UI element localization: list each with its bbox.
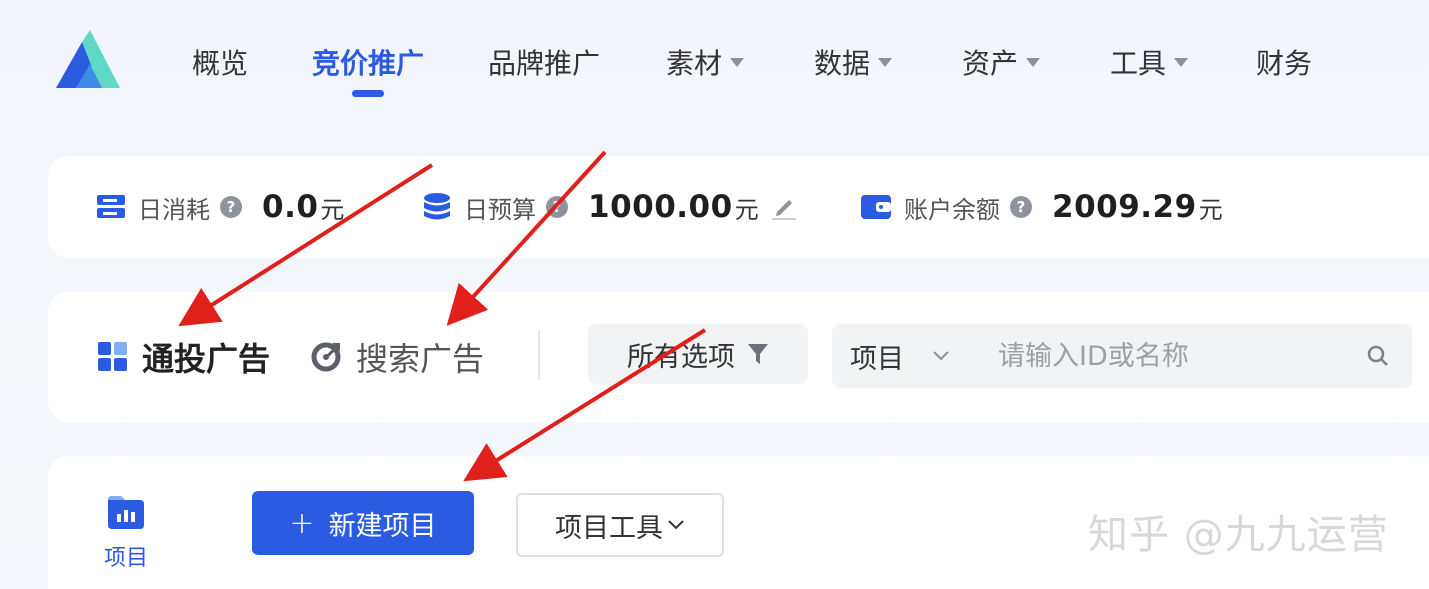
nav-item-finance[interactable]: 财务 [1256,40,1312,84]
tab-label: 搜索广告 [356,340,485,378]
help-icon[interactable]: ? [1010,196,1032,218]
nav-item-assets[interactable]: 资产 [962,40,1041,84]
filter-icon [748,344,768,364]
search-icon[interactable] [1366,344,1390,368]
logo-icon[interactable] [54,30,122,90]
chevron-down-icon [668,520,684,530]
stat-daily-spend: 日消耗 ? 0.0 元 [96,156,344,258]
stat-label: 账户余额 [904,195,1000,224]
project-nav-item[interactable]: 项目 [98,494,154,574]
chevron-down-icon [730,57,745,67]
stat-unit: 元 [1198,195,1223,224]
grid-icon [98,342,127,371]
tab-general-ads[interactable]: 通投广告 [98,292,270,422]
edit-icon[interactable] [771,194,797,220]
stat-value: 1000.00 [588,189,733,225]
new-project-button[interactable]: + 新建项目 [252,491,474,555]
search-ad-icon [311,342,341,372]
folder-chart-icon [108,496,144,529]
ad-type-toolbar: 通投广告 搜索广告 所有选项 项目 [48,292,1429,422]
nav-item-overview[interactable]: 概览 [192,40,248,84]
nav-item-data[interactable]: 数据 [814,40,893,84]
tab-search-ads[interactable]: 搜索广告 [310,292,484,422]
server-icon [97,195,125,218]
search-input[interactable] [998,340,1358,372]
database-icon [424,193,450,220]
nav-item-material[interactable]: 素材 [666,40,745,84]
nav-item-tools[interactable]: 工具 [1110,40,1189,84]
search-box: 项目 [832,324,1412,388]
help-icon[interactable]: ? [220,196,242,218]
nav-active-indicator [352,90,384,97]
project-tools-dropdown[interactable]: 项目工具 [516,493,724,557]
account-stats-card: 日消耗 ? 0.0 元 日预算 ? 1000.00 元 账户余额 ? 2009.… [48,156,1429,258]
stat-daily-budget: 日预算 ? 1000.00 元 [422,156,797,258]
wallet-icon [861,195,891,219]
chevron-down-icon [878,57,893,67]
watermark: 知乎 @九九运营 [1088,512,1389,558]
chevron-down-icon [933,351,949,361]
search-scope-select[interactable]: 项目 [850,337,950,376]
filter-all-options-button[interactable]: 所有选项 [588,324,808,384]
plus-icon: + [289,505,315,541]
nav-item-brand[interactable]: 品牌推广 [488,40,600,84]
chevron-down-icon [1174,57,1189,67]
project-nav-label: 项目 [103,546,148,571]
stat-label: 日预算 [464,195,536,224]
nav-item-bidding[interactable]: 竞价推广 [312,40,424,84]
divider [538,330,540,380]
tab-label: 通投广告 [142,340,271,378]
stat-balance: 账户余额 ? 2009.29 元 [860,156,1223,258]
stat-value: 0.0 [262,189,319,225]
help-icon[interactable]: ? [546,196,568,218]
stat-label: 日消耗 [138,195,210,224]
stat-value: 2009.29 [1052,189,1197,225]
stat-unit: 元 [734,195,759,224]
page: 概览 竞价推广 品牌推广 素材 数据 资产 工具 财务 日消耗 ? 0.0 元 … [0,0,1429,589]
stat-unit: 元 [320,195,345,224]
chevron-down-icon [1026,57,1041,67]
